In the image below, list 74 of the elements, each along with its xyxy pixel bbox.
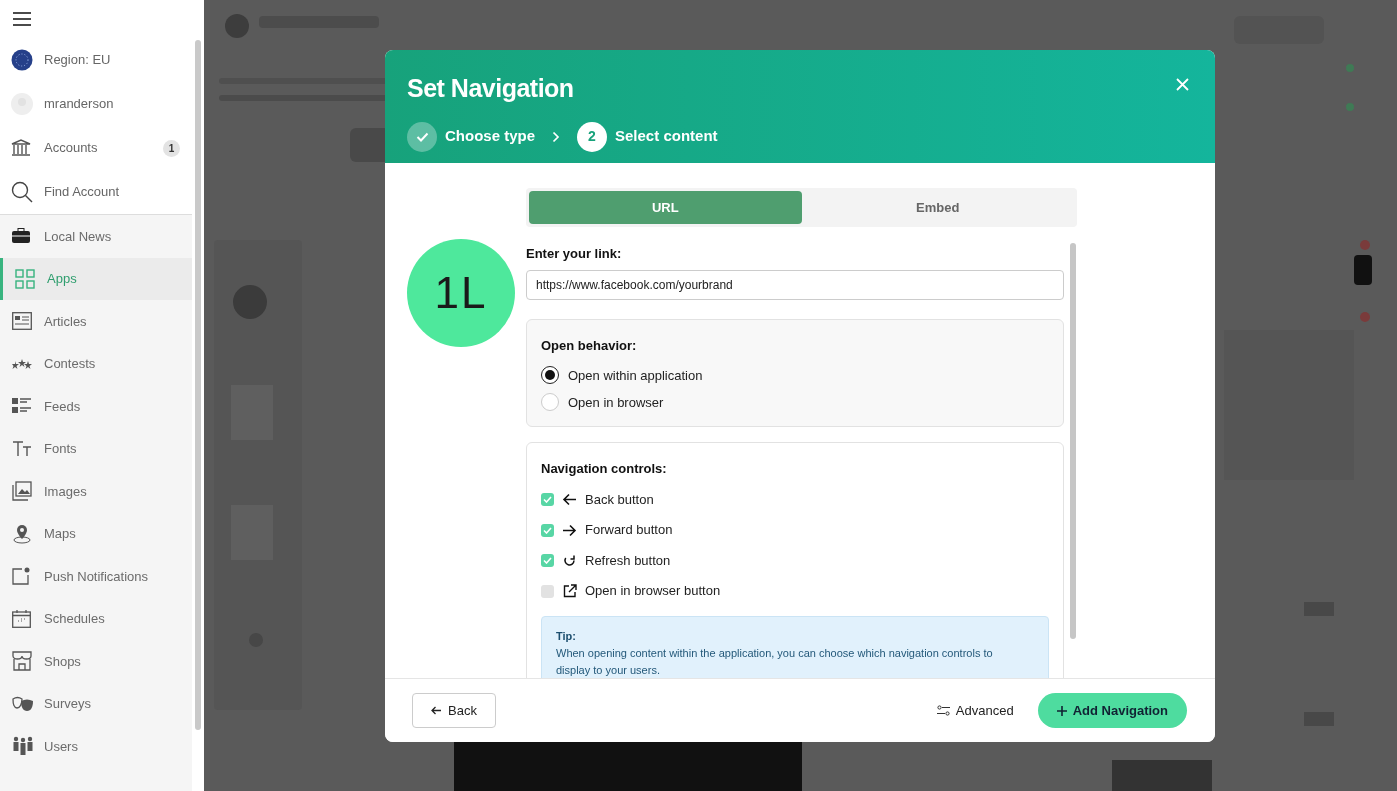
storefront-icon bbox=[12, 651, 32, 672]
briefcase-icon bbox=[12, 228, 30, 245]
close-icon[interactable] bbox=[1176, 78, 1189, 91]
add-navigation-button[interactable]: Add Navigation bbox=[1037, 693, 1187, 728]
stars-icon bbox=[12, 358, 32, 369]
tab[interactable]: Embed bbox=[801, 191, 1074, 224]
step-label: Choose type bbox=[445, 126, 535, 147]
image-gallery-icon bbox=[12, 481, 32, 502]
theater-masks-icon bbox=[12, 695, 34, 712]
section-title: Navigation controls: bbox=[541, 459, 668, 478]
sidebar-item[interactable]: mranderson bbox=[0, 82, 192, 126]
plus-icon bbox=[1056, 705, 1067, 716]
option-label: Refresh button bbox=[585, 551, 671, 570]
sidebar-item[interactable]: Fonts bbox=[0, 427, 192, 470]
sidebar-item[interactable]: Region: EU bbox=[0, 38, 192, 82]
link-input-field[interactable]: https://www.facebook.com/yourbrand bbox=[526, 270, 1064, 301]
sidebar-item[interactable]: Images bbox=[0, 470, 192, 513]
scrollbar[interactable] bbox=[195, 40, 201, 730]
sidebar-item[interactable]: Contests bbox=[0, 342, 192, 385]
tab[interactable]: URL bbox=[529, 191, 802, 224]
sidebar-item[interactable]: Surveys bbox=[0, 682, 192, 725]
modal-title: Set Navigation bbox=[407, 74, 574, 102]
radio-button[interactable] bbox=[541, 366, 559, 385]
notification-square-icon bbox=[12, 567, 30, 586]
checkbox[interactable] bbox=[541, 554, 554, 568]
sidebar-item[interactable]: Schedules bbox=[0, 597, 192, 640]
search-icon bbox=[11, 181, 33, 203]
back-button[interactable]: Back bbox=[412, 693, 496, 728]
step-number: 2 bbox=[577, 121, 607, 152]
chevron-right-icon bbox=[552, 130, 560, 143]
sliders-icon bbox=[936, 705, 950, 716]
sidebar-item[interactable]: Local News bbox=[0, 215, 192, 258]
feed-list-icon bbox=[12, 397, 32, 416]
sidebar-item[interactable]: Shops bbox=[0, 640, 192, 683]
menu-icon[interactable] bbox=[13, 12, 31, 26]
option-label: Open within application bbox=[568, 366, 703, 385]
section-title: Open behavior: bbox=[541, 337, 638, 356]
grid-icon bbox=[15, 268, 35, 289]
step-label: Select content bbox=[615, 126, 718, 147]
arrow-right-icon bbox=[562, 523, 577, 537]
count-badge: 1 bbox=[163, 139, 180, 157]
sidebar-item[interactable]: Accounts 1 bbox=[0, 126, 192, 170]
sidebar-item[interactable]: Apps bbox=[0, 257, 192, 300]
arrow-left-icon bbox=[562, 493, 577, 507]
sidebar-item[interactable]: Find Account bbox=[0, 170, 192, 214]
sidebar-item[interactable]: Push Notifications bbox=[0, 555, 192, 598]
text-type-icon bbox=[12, 440, 32, 457]
sidebar-item[interactable]: Maps bbox=[0, 512, 192, 555]
tip-title: Tip: bbox=[556, 629, 577, 645]
checkbox[interactable] bbox=[541, 523, 554, 537]
checkbox[interactable] bbox=[541, 584, 554, 598]
calendar-icon bbox=[12, 609, 31, 628]
article-icon bbox=[12, 312, 32, 331]
bank-icon bbox=[11, 139, 31, 157]
globe-icon bbox=[11, 49, 33, 71]
field-label: Enter your link: bbox=[526, 244, 623, 263]
refresh-icon bbox=[563, 554, 576, 568]
users-group-icon bbox=[12, 736, 34, 757]
option-label: Open in browser button bbox=[585, 582, 721, 601]
advanced-button[interactable]: Advanced bbox=[936, 700, 1014, 721]
scrollbar[interactable] bbox=[1070, 242, 1076, 639]
user-avatar-icon bbox=[11, 93, 33, 115]
option-label: Forward button bbox=[585, 521, 673, 540]
external-link-icon bbox=[562, 584, 577, 599]
map-pin-icon bbox=[12, 523, 32, 544]
arrow-left-icon bbox=[431, 706, 442, 715]
option-label: Back button bbox=[585, 490, 654, 509]
sidebar-item[interactable]: Users bbox=[0, 725, 192, 768]
option-label: Open in browser bbox=[568, 393, 664, 412]
tip-text: When opening content within the application, you can choose which navigation controls to display to your users. bbox=[556, 645, 994, 678]
avatar: 1L bbox=[407, 239, 515, 347]
sidebar-item[interactable]: Articles bbox=[0, 300, 192, 343]
sidebar-item[interactable]: Feeds bbox=[0, 385, 192, 428]
checkbox[interactable] bbox=[541, 493, 554, 507]
